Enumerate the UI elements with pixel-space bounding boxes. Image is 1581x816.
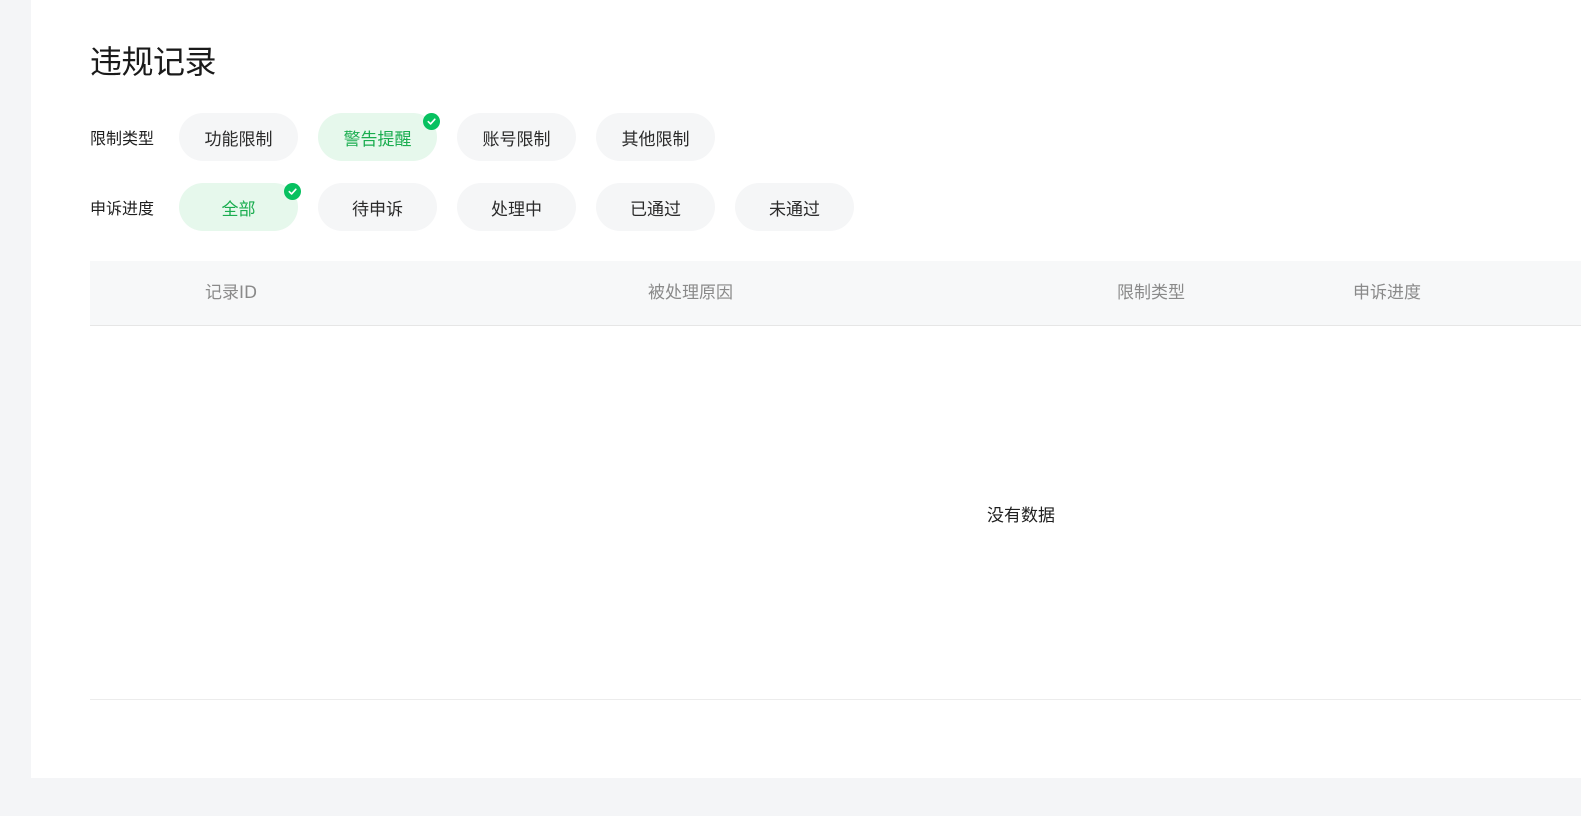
main-card: 违规记录 限制类型 功能限制 警告提醒 账号限制 其他限制 申诉进度 全部 待申… xyxy=(31,0,1581,778)
column-header-appeal-progress: 申诉进度 xyxy=(1353,283,1421,303)
column-header-restriction-type: 限制类型 xyxy=(1117,283,1185,303)
chip-label: 功能限制 xyxy=(204,129,273,150)
check-circle-icon xyxy=(423,113,440,130)
chip-label: 账号限制 xyxy=(482,129,551,150)
chip-label: 其他限制 xyxy=(621,129,690,150)
chip-rejected[interactable]: 未通过 xyxy=(735,183,854,231)
empty-state-text: 没有数据 xyxy=(987,506,1055,526)
chip-account-restriction[interactable]: 账号限制 xyxy=(457,113,576,161)
chip-label: 已通过 xyxy=(630,199,681,220)
chip-label: 未通过 xyxy=(769,199,820,220)
records-table: 记录ID 被处理原因 限制类型 申诉进度 没有数据 xyxy=(90,261,1581,700)
chip-label: 警告提醒 xyxy=(343,129,412,150)
restriction-type-filter: 限制类型 功能限制 警告提醒 账号限制 其他限制 xyxy=(90,113,735,161)
chip-processing[interactable]: 处理中 xyxy=(457,183,576,231)
column-header-record-id: 记录ID xyxy=(205,283,258,303)
chip-label: 处理中 xyxy=(491,199,542,220)
appeal-progress-filter: 申诉进度 全部 待申诉 处理中 已通过 未通过 xyxy=(90,183,874,231)
chip-pending-appeal[interactable]: 待申诉 xyxy=(318,183,437,231)
chip-label: 全部 xyxy=(221,199,256,220)
chip-other-restriction[interactable]: 其他限制 xyxy=(596,113,715,161)
check-circle-icon xyxy=(284,183,301,200)
chip-feature-restriction[interactable]: 功能限制 xyxy=(179,113,298,161)
chip-approved[interactable]: 已通过 xyxy=(596,183,715,231)
chip-all[interactable]: 全部 xyxy=(179,183,301,231)
table-header: 记录ID 被处理原因 限制类型 申诉进度 xyxy=(90,261,1581,326)
appeal-progress-label: 申诉进度 xyxy=(90,199,155,218)
restriction-type-label: 限制类型 xyxy=(90,129,155,148)
column-header-reason: 被处理原因 xyxy=(648,283,733,303)
chip-warning-reminder[interactable]: 警告提醒 xyxy=(318,113,440,161)
page-title: 违规记录 xyxy=(90,43,217,81)
chip-label: 待申诉 xyxy=(352,199,403,220)
